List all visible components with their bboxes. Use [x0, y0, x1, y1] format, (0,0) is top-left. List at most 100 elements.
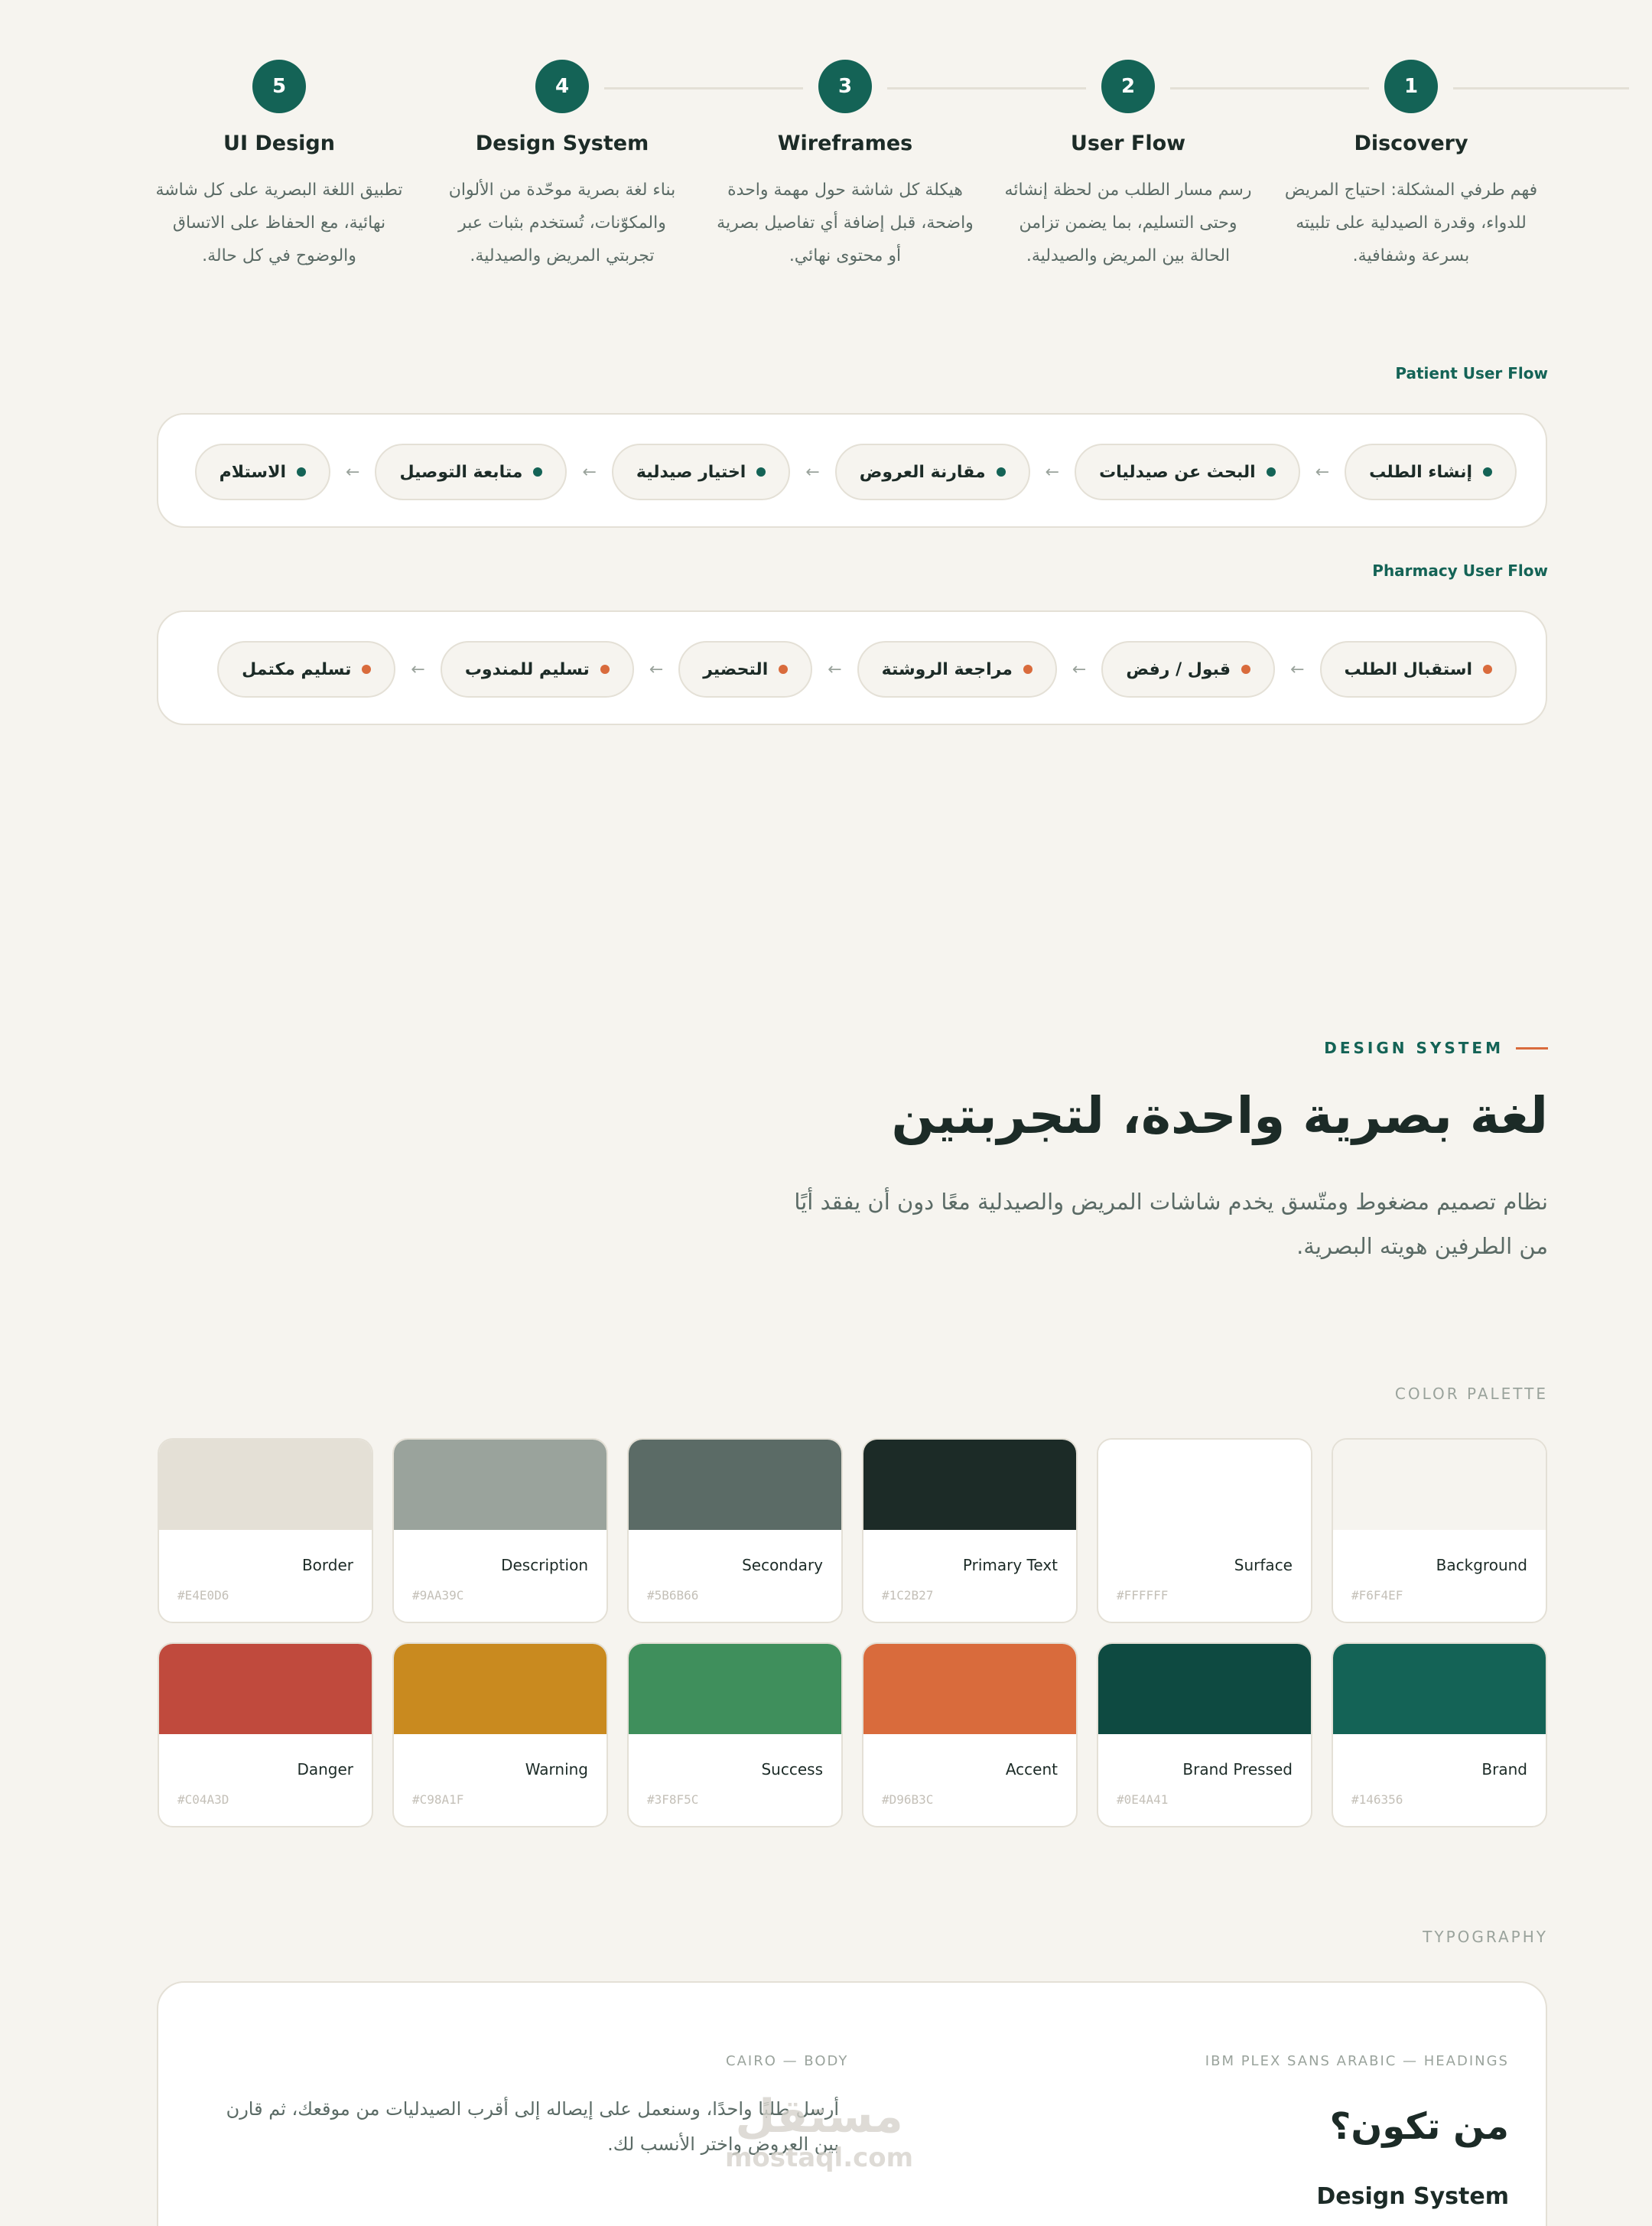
swatch-color-block — [394, 1440, 606, 1530]
step-discovery: 1 Discovery فهم طرفي المشكلة: احتياج الم… — [1281, 60, 1541, 272]
swatch-name: Success — [761, 1760, 823, 1779]
swatch-name: Accent — [1005, 1760, 1058, 1779]
status-dot-icon — [533, 467, 543, 477]
flow-step-chip: مقارنة العروض — [834, 444, 1030, 500]
status-dot-icon — [756, 467, 766, 477]
swatch-hex: #E4E0D6 — [177, 1588, 229, 1603]
swatch-name: Secondary — [742, 1556, 823, 1574]
flow-step-label: تسليم للمندوب — [464, 659, 590, 679]
status-dot-icon — [1266, 467, 1276, 477]
swatch-color-block — [629, 1440, 841, 1530]
color-swatch: Background #F6F4EF — [1332, 1438, 1547, 1623]
swatch-color-block — [863, 1440, 1076, 1530]
eyebrow-text: DESIGN SYSTEM — [1324, 1039, 1504, 1057]
watermark-text-ar: مستقل — [735, 2090, 903, 2143]
step-number: 3 — [818, 60, 872, 113]
flow-step-chip: التحضير — [678, 641, 813, 698]
color-swatch: Accent #D96B3C — [862, 1642, 1078, 1827]
flow-step-label: اختيار صيدلية — [636, 462, 746, 482]
status-dot-icon — [779, 665, 789, 674]
swatch-name: Border — [301, 1556, 353, 1574]
swatch-color-block — [1098, 1644, 1311, 1734]
swatch-hex: #D96B3C — [882, 1792, 934, 1807]
flow-step-chip: استقبال الطلب — [1319, 641, 1517, 698]
pharmacy-flow-chips: استقبال الطلب ← قبول / رفض ← مراجعة الروشتة ←… — [217, 641, 1517, 698]
design-system-eyebrow: DESIGN SYSTEM — [1324, 1039, 1548, 1057]
flow-arrow-icon: ← — [1072, 659, 1087, 679]
swatch-color-block — [863, 1644, 1076, 1734]
status-dot-icon — [362, 665, 372, 674]
heading-font-label: IBM PLEX SANS ARABIC — HEADINGS — [1205, 2053, 1509, 2069]
flow-arrow-icon: ← — [411, 659, 425, 679]
heading-font-sample-en: Design System — [1316, 2183, 1509, 2210]
color-swatch: Success #3F8F5C — [627, 1642, 843, 1827]
swatch-hex: #3F8F5C — [647, 1792, 699, 1807]
flow-step-chip: قبول / رفض — [1101, 641, 1276, 698]
swatch-hex: #146356 — [1351, 1792, 1403, 1807]
swatch-name: Primary Text — [962, 1556, 1058, 1574]
pharmacy-flow-label: Pharmacy User Flow — [1372, 561, 1548, 580]
step-number: 4 — [535, 60, 589, 113]
swatch-name: Brand Pressed — [1182, 1760, 1293, 1779]
swatch-hex: #FFFFFF — [1117, 1588, 1169, 1603]
flow-step-label: استقبال الطلب — [1344, 659, 1472, 679]
color-swatch: Danger #C04A3D — [158, 1642, 373, 1827]
step-title: Wireframes — [777, 132, 913, 155]
patient-flow-chips: إنشاء الطلب ← البحث عن صيدليات ← مقارنة العر… — [194, 444, 1517, 500]
design-system-subtitle: نظام تصميم مضغوط ومتّسق يخدم شاشات المري… — [794, 1189, 1548, 1259]
flow-step-label: البحث عن صيدليات — [1099, 462, 1256, 482]
swatch-name: Danger — [297, 1760, 353, 1779]
flow-step-label: مقارنة العروض — [859, 462, 986, 482]
step-description: تطبيق اللغة البصرية على كل شاشة نهائية، … — [155, 181, 403, 265]
color-palette-label: COLOR PALETTE — [1394, 1385, 1548, 1403]
flow-step-label: تسليم مكتمل — [242, 659, 352, 679]
step-number: 5 — [252, 60, 306, 113]
process-steps: 1 Discovery فهم طرفي المشكلة: احتياج الم… — [138, 60, 1629, 274]
swatch-hex: #9AA39C — [412, 1588, 464, 1603]
step-title: User Flow — [1070, 132, 1186, 155]
color-swatch: Surface #FFFFFF — [1097, 1438, 1312, 1623]
typography-label: TYPOGRAPHY — [1423, 1928, 1548, 1946]
color-swatch: Brand #146356 — [1332, 1642, 1547, 1827]
flow-step-label: قبول / رفض — [1126, 659, 1231, 679]
swatch-hex: #0E4A41 — [1117, 1792, 1169, 1807]
step-title: Discovery — [1354, 132, 1468, 155]
color-swatch: Description #9AA39C — [392, 1438, 608, 1623]
swatch-color-block — [1333, 1644, 1546, 1734]
flow-arrow-icon: ← — [805, 462, 820, 482]
step-number: 1 — [1384, 60, 1438, 113]
swatch-name: Surface — [1234, 1556, 1293, 1574]
flow-step-label: الاستلام — [219, 462, 286, 482]
color-swatch: Secondary #5B6B66 — [627, 1438, 843, 1623]
status-dot-icon — [297, 467, 306, 477]
swatch-color-block — [159, 1644, 372, 1734]
patient-flow-box: إنشاء الطلب ← البحث عن صيدليات ← مقارنة العر… — [157, 413, 1547, 528]
swatch-hex: #C98A1F — [412, 1792, 464, 1807]
body-font-label: CAIRO — BODY — [726, 2053, 849, 2069]
swatch-hex: #F6F4EF — [1351, 1588, 1403, 1603]
flow-arrow-icon: ← — [649, 659, 664, 679]
step-description: بناء لغة بصرية موحّدة من الألوان والمكوّ… — [448, 181, 676, 265]
swatch-hex: #1C2B27 — [882, 1588, 934, 1603]
step-number: 2 — [1101, 60, 1155, 113]
color-swatch: Primary Text #1C2B27 — [862, 1438, 1078, 1623]
design-system-title: لغة بصرية واحدة، لتجربتين — [891, 1086, 1548, 1145]
flow-step-chip: متابعة التوصيل — [375, 444, 567, 500]
status-dot-icon — [1483, 467, 1492, 477]
step-description: هيكلة كل شاشة حول مهمة واحدة واضحة، قبل … — [717, 181, 974, 265]
status-dot-icon — [600, 665, 610, 674]
flow-arrow-icon: ← — [1045, 462, 1060, 482]
watermark-logo: مستقل mostaql.com — [725, 2090, 913, 2172]
flow-step-chip: اختيار صيدلية — [611, 444, 791, 500]
flow-arrow-icon: ← — [828, 659, 842, 679]
step-title: UI Design — [223, 132, 335, 155]
swatch-color-block — [1333, 1440, 1546, 1530]
status-dot-icon — [1483, 665, 1492, 674]
eyebrow-bar — [1516, 1046, 1548, 1050]
flow-arrow-icon: ← — [582, 462, 597, 482]
step-wireframes: 3 Wireframes هيكلة كل شاشة حول مهمة واحد… — [715, 60, 975, 272]
swatch-color-block — [629, 1644, 841, 1734]
flow-step-label: إنشاء الطلب — [1369, 462, 1472, 482]
swatch-name: Background — [1436, 1556, 1527, 1574]
flow-step-chip: تسليم للمندوب — [440, 641, 634, 698]
